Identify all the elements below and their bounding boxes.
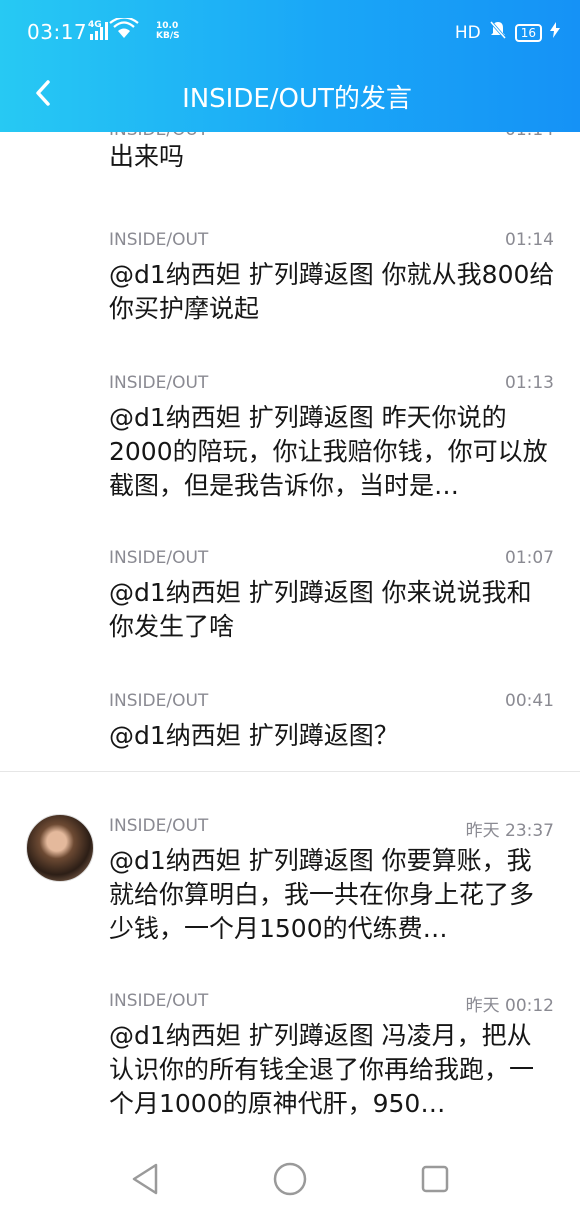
network-type-label: 4G bbox=[88, 20, 102, 30]
post-text: @d1纳西妲 扩列蹲返图 你就从我800给你买护摩说起 bbox=[109, 260, 555, 323]
post-text: @d1纳西妲 扩列蹲返图？ bbox=[109, 721, 399, 750]
page-title: INSIDE/OUT的发言 bbox=[182, 84, 412, 114]
post-time: 00:41 bbox=[505, 691, 554, 711]
post-author: INSIDE/OUT bbox=[109, 373, 209, 393]
nav-bar: INSIDE/OUT的发言 bbox=[0, 64, 580, 122]
post-author: INSIDE/OUT bbox=[109, 132, 208, 140]
status-time: 03:17 bbox=[27, 20, 88, 44]
home-circle-icon[interactable] bbox=[272, 1162, 308, 1202]
net-speed-value: 10.0 bbox=[156, 21, 179, 31]
post-text: @d1纳西妲 扩列蹲返图 冯凌月，把从认识你的所有钱全退了你再给我跑，一个月10… bbox=[109, 1021, 535, 1118]
post-author: INSIDE/OUT bbox=[109, 548, 209, 568]
post-time: 01:13 bbox=[505, 373, 554, 393]
post-time: 昨天 23:37 bbox=[465, 821, 554, 841]
app-header: 03:17 4G 10.0 KB/S HD 16 INSIDE/OUT的发言 bbox=[0, 0, 580, 132]
net-speed: 10.0 KB/S bbox=[156, 21, 180, 41]
post-text: @d1纳西妲 扩列蹲返图 你要算账，我就给你算明白，我一共在你身上花了多少钱，一… bbox=[109, 846, 535, 943]
avatar[interactable] bbox=[26, 814, 94, 882]
recents-square-icon[interactable] bbox=[420, 1162, 450, 1200]
post-time: 昨天 00:12 bbox=[465, 996, 554, 1016]
signal-icon: 4G bbox=[88, 16, 148, 46]
post-text: @d1纳西妲 扩列蹲返图 你来说说我和你发生了啥 bbox=[109, 578, 532, 641]
post-time: 01:14 bbox=[505, 132, 554, 140]
post-author: INSIDE/OUT bbox=[109, 991, 209, 1011]
post-author: INSIDE/OUT bbox=[109, 691, 209, 711]
battery-icon: 16 bbox=[514, 23, 542, 42]
post-text: @d1纳西妲 扩列蹲返图 昨天你说的2000的陪玩，你让我赔你钱，你可以放截图，… bbox=[109, 403, 548, 500]
post-author: INSIDE/OUT bbox=[109, 816, 209, 836]
back-triangle-icon[interactable] bbox=[130, 1162, 160, 1200]
charging-icon bbox=[550, 22, 560, 43]
mute-icon bbox=[489, 20, 507, 45]
system-nav-bar bbox=[0, 1132, 580, 1224]
group-divider bbox=[0, 771, 580, 772]
hd-label: HD bbox=[454, 22, 481, 43]
post-text: 出来吗 bbox=[109, 142, 185, 171]
post-time: 01:14 bbox=[505, 230, 554, 250]
post-time: 01:07 bbox=[505, 548, 554, 568]
net-speed-unit: KB/S bbox=[156, 31, 180, 41]
post-feed[interactable]: INSIDE/OUT 01:14 出来吗 INSIDE/OUT 01:14 @d… bbox=[0, 132, 580, 1132]
status-bar: 03:17 4G 10.0 KB/S HD 16 bbox=[0, 0, 580, 64]
post-author: INSIDE/OUT bbox=[109, 230, 209, 250]
